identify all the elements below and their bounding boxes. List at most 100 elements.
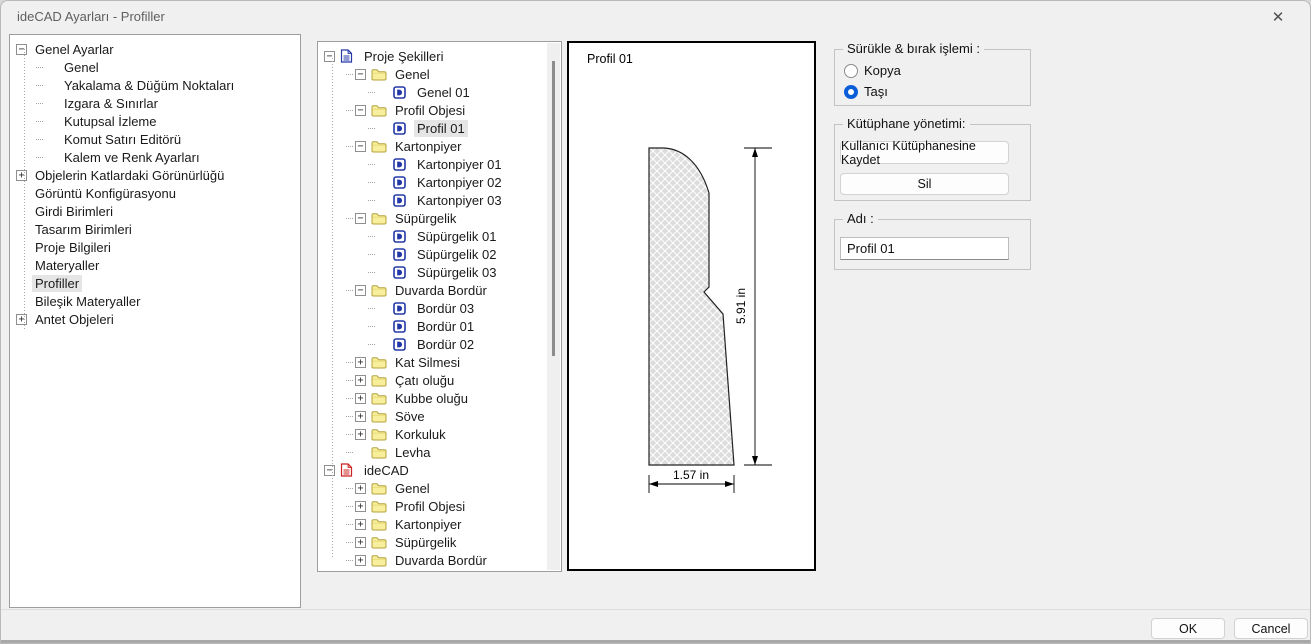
tree-item[interactable]: Girdi Birimleri (10, 202, 300, 220)
collapse-icon[interactable]: − (355, 105, 366, 116)
collapse-icon[interactable]: − (324, 51, 335, 62)
expand-icon[interactable]: + (355, 429, 366, 440)
collapse-icon[interactable]: − (324, 465, 335, 476)
tree-item[interactable]: + Antet Objeleri (10, 310, 300, 328)
tree-item[interactable]: −Profil Objesi (318, 101, 561, 119)
radio-unchecked-icon[interactable] (844, 64, 858, 78)
tree-item[interactable]: −Genel Ayarlar (10, 40, 300, 58)
tree-connector (346, 398, 353, 399)
tree-item-label: Yakalama & Düğüm Noktaları (61, 77, 237, 94)
tree-item-label: Antet Objeleri (32, 311, 117, 328)
tree-item-label: Süpürgelik 01 (414, 228, 500, 245)
tree-item[interactable]: Tasarım Birimleri (10, 220, 300, 238)
tree-item[interactable]: Komut Satırı Editörü (10, 130, 300, 148)
profile-shape-icon (393, 247, 410, 261)
tree-item[interactable]: +Kubbe oluğu (318, 389, 561, 407)
ok-button[interactable]: OK (1151, 618, 1225, 639)
expand-icon[interactable]: + (355, 357, 366, 368)
tree-item[interactable]: Kartonpiyer 02 (318, 173, 561, 191)
tree-item[interactable]: Bordür 03 (318, 299, 561, 317)
collapse-icon[interactable]: − (355, 213, 366, 224)
tree-item[interactable]: Bileşik Materyaller (10, 292, 300, 310)
collapse-icon[interactable]: − (355, 285, 366, 296)
tree-connector (36, 157, 43, 158)
tree-item[interactable]: Süpürgelik 01 (318, 227, 561, 245)
tree-connector (346, 146, 353, 147)
drag-drop-group-label: Sürükle & bırak işlemi : (843, 41, 984, 56)
scrollbar-thumb[interactable] (552, 61, 555, 356)
tree-item[interactable]: Süpürgelik 02 (318, 245, 561, 263)
tree-item[interactable]: Genel (10, 58, 300, 76)
tree-item[interactable]: Görüntü Konfigürasyonu (10, 184, 300, 202)
tree-item[interactable]: Levha (318, 443, 561, 461)
collapse-icon[interactable]: − (355, 69, 366, 80)
tree-item[interactable]: Kartonpiyer 03 (318, 191, 561, 209)
expand-icon[interactable]: + (355, 501, 366, 512)
tree-item-label: Kartonpiyer 01 (414, 156, 505, 173)
expand-icon[interactable]: + (355, 519, 366, 530)
tree-item[interactable]: Proje Bilgileri (10, 238, 300, 256)
radio-checked-icon[interactable] (844, 85, 858, 99)
expand-icon[interactable]: + (16, 314, 27, 325)
tree-item[interactable]: Kutupsal İzleme (10, 112, 300, 130)
expand-icon[interactable]: + (355, 411, 366, 422)
tree-item-label: Komut Satırı Editörü (61, 131, 184, 148)
tree-item[interactable]: +Süpürgelik (318, 533, 561, 551)
expand-icon[interactable]: + (355, 375, 366, 386)
tree-item-label: Bileşik Materyaller (32, 293, 143, 310)
tree-connector (346, 380, 353, 381)
expand-icon[interactable]: + (355, 483, 366, 494)
tree-item[interactable]: +Profil Objesi (318, 497, 561, 515)
tree-item[interactable]: Yakalama & Düğüm Noktaları (10, 76, 300, 94)
tree-item[interactable]: −ideCAD (318, 461, 561, 479)
expand-icon[interactable]: + (355, 555, 366, 566)
tree-item[interactable]: Bordür 02 (318, 335, 561, 353)
tree-item-label: Kartonpiyer 03 (414, 192, 505, 209)
cancel-button[interactable]: Cancel (1234, 618, 1308, 639)
tree-item[interactable]: Profiller (10, 274, 300, 292)
delete-button[interactable]: Sil (840, 173, 1009, 195)
vertical-scrollbar[interactable] (547, 43, 560, 570)
tree-item[interactable]: − Genel (318, 65, 561, 83)
save-to-user-library-button[interactable]: Kullanıcı Kütüphanesine Kaydet (840, 141, 1009, 164)
collapse-icon[interactable]: − (16, 44, 27, 55)
tree-item-label: Kartonpiyer (392, 516, 464, 533)
radio-option-kopya[interactable]: Kopya (844, 63, 901, 78)
tree-item[interactable]: +Çatı oluğu (318, 371, 561, 389)
tree-item-label: Proje Bilgileri (32, 239, 114, 256)
tree-item[interactable]: −Proje Şekilleri (318, 47, 561, 65)
profile-shape (649, 148, 734, 465)
folder-icon (371, 103, 388, 117)
tree-item[interactable]: Kartonpiyer 01 (318, 155, 561, 173)
tree-item[interactable]: + Kartonpiyer (318, 515, 561, 533)
tree-item[interactable]: +Kat Silmesi (318, 569, 561, 572)
tree-item[interactable]: +Kat Silmesi (318, 353, 561, 371)
tree-item[interactable]: −Süpürgelik (318, 209, 561, 227)
tree-item[interactable]: −Kartonpiyer (318, 137, 561, 155)
expand-icon[interactable]: + (16, 170, 27, 181)
tree-item[interactable]: +Söve (318, 407, 561, 425)
tree-item[interactable]: Izgara & Sınırlar (10, 94, 300, 112)
tree-item[interactable]: Genel 01 (318, 83, 561, 101)
tree-item[interactable]: +Objelerin Katlardaki Görünürlüğü (10, 166, 300, 184)
close-icon[interactable]: ✕ (1262, 5, 1294, 29)
tree-item[interactable]: +Duvarda Bordür (318, 551, 561, 569)
document-blue-icon (340, 49, 357, 63)
profile-name-input[interactable] (840, 237, 1009, 260)
tree-item[interactable]: Kalem ve Renk Ayarları (10, 148, 300, 166)
tree-connector (346, 434, 353, 435)
tree-item[interactable]: Süpürgelik 03 (318, 263, 561, 281)
expand-icon[interactable]: + (355, 537, 366, 548)
expand-icon[interactable]: + (355, 393, 366, 404)
tree-item-label: Genel (392, 66, 433, 83)
tree-item[interactable]: −Duvarda Bordür (318, 281, 561, 299)
tree-item[interactable]: +Genel (318, 479, 561, 497)
collapse-icon[interactable]: − (355, 141, 366, 152)
tree-item[interactable]: Profil 01 (318, 119, 561, 137)
tree-item[interactable]: Materyaller (10, 256, 300, 274)
tree-item-label: Kutupsal İzleme (61, 113, 160, 130)
radio-option-tasi[interactable]: Taşı (844, 84, 888, 99)
height-dimension-label: 5.91 in (734, 288, 748, 324)
tree-item[interactable]: +Korkuluk (318, 425, 561, 443)
tree-item[interactable]: Bordür 01 (318, 317, 561, 335)
